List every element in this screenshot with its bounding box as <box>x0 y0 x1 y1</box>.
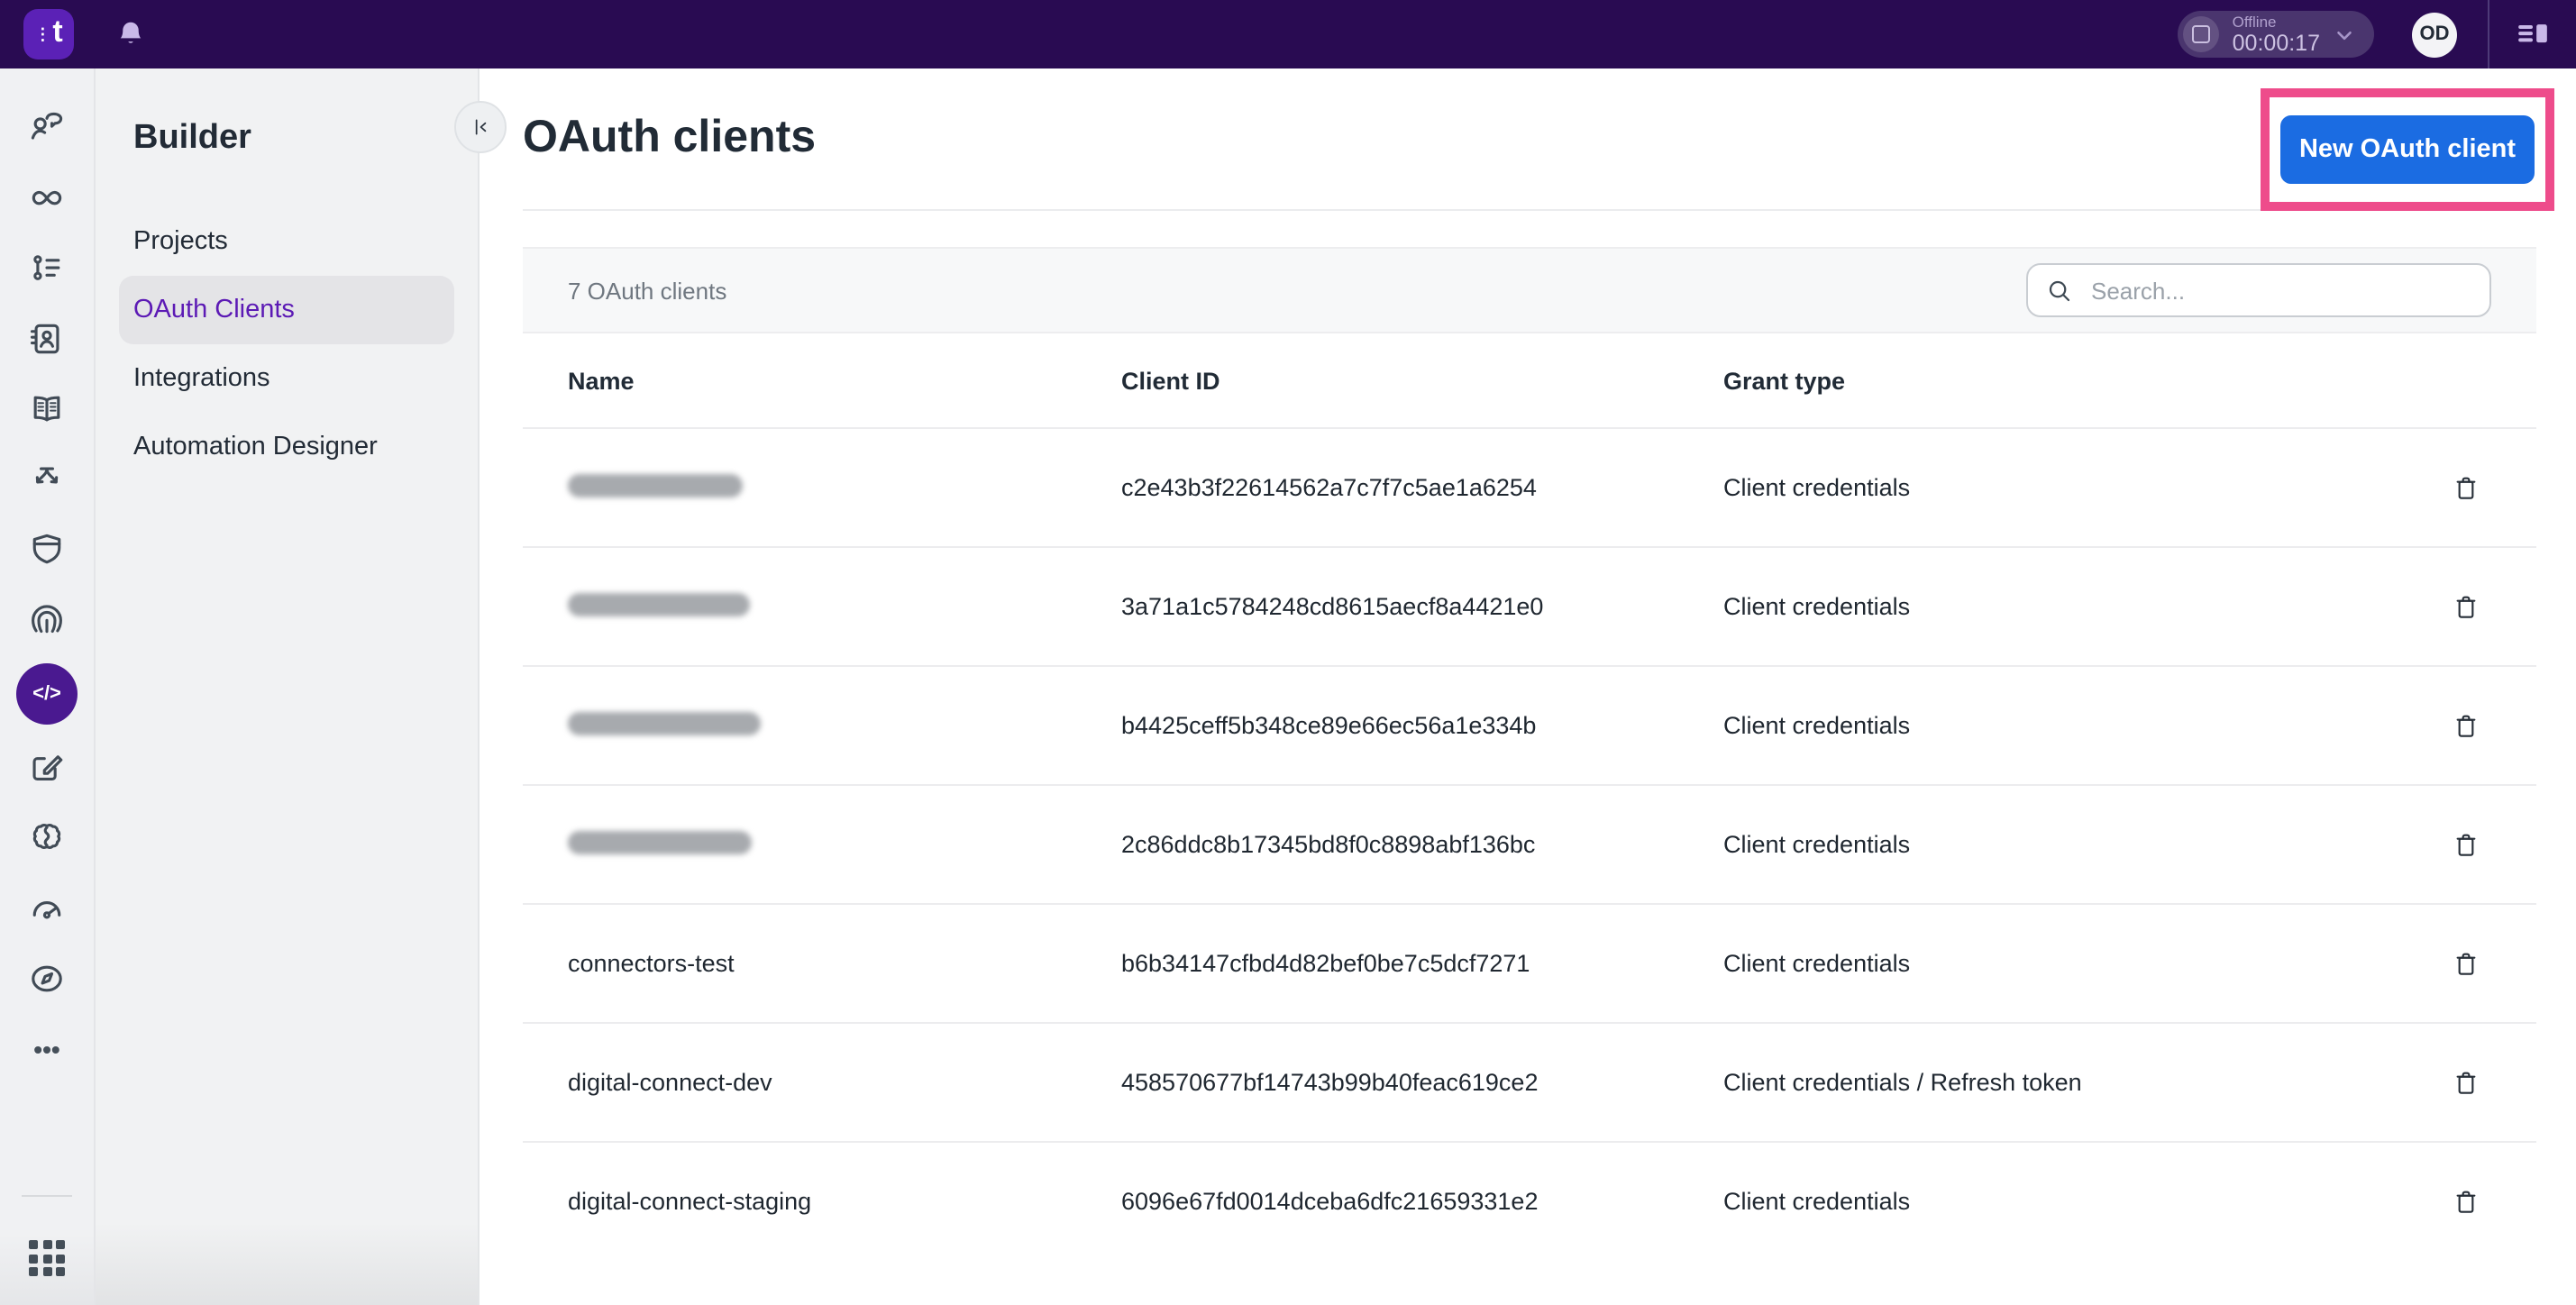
list-tree-icon[interactable] <box>27 249 67 288</box>
delete-button[interactable] <box>2441 1176 2491 1227</box>
logo-letter: t <box>52 14 62 50</box>
redacted-name <box>568 711 761 735</box>
table-row: connectors-test b6b34147cfbd4d82bef0be7c… <box>523 903 2536 1022</box>
delete-button[interactable] <box>2441 700 2491 751</box>
client-id: c2e43b3f22614562a7c7f7c5ae1a6254 <box>1121 474 1723 501</box>
delete-button[interactable] <box>2441 1057 2491 1108</box>
icon-rail: </> ••• <box>0 68 96 1305</box>
client-id: 458570677bf14743b99b40feac619ce2 <box>1121 1069 1723 1096</box>
client-name: digital-connect-staging <box>568 1188 1121 1215</box>
chevron-down-icon <box>2333 23 2356 46</box>
client-id: b4425ceff5b348ce89e66ec56a1e334b <box>1121 712 1723 739</box>
apps-grid-icon[interactable] <box>29 1240 65 1276</box>
title-row: OAuth clients New OAuth client <box>523 68 2536 209</box>
search-input[interactable] <box>2087 275 2471 306</box>
sidebar-item-integrations[interactable]: Integrations <box>119 344 454 413</box>
col-header-grant-type: Grant type <box>1723 367 2419 394</box>
sidebar-menu: Projects OAuth Clients Integrations Auto… <box>96 207 478 481</box>
topbar-right: Offline 00:00:17 OD <box>2179 0 2576 68</box>
sidebar-title: Builder <box>133 119 478 159</box>
table-row: 3a71a1c5784248cd8615aecf8a4421e0 Client … <box>523 546 2536 665</box>
avatar[interactable]: OD <box>2412 12 2457 57</box>
client-id: 2c86ddc8b17345bd8f0c8898abf136bc <box>1121 831 1723 858</box>
title-divider <box>523 209 2536 211</box>
status-pill[interactable]: Offline 00:00:17 <box>2179 11 2374 58</box>
col-header-client-id: Client ID <box>1121 367 1723 394</box>
redacted-name <box>568 830 752 853</box>
table-toolbar: 7 OAuth clients <box>523 247 2536 333</box>
rail-divider <box>22 1195 72 1197</box>
client-id: b6b34147cfbd4d82bef0be7c5dcf7271 <box>1121 950 1723 977</box>
delete-button[interactable] <box>2441 819 2491 870</box>
delete-button[interactable] <box>2441 462 2491 513</box>
grant-type: Client credentials / Refresh token <box>1723 1069 2419 1096</box>
topbar-divider <box>2488 0 2489 68</box>
search-icon <box>2046 277 2073 304</box>
topbar: ⋮t Offline 00:00:17 OD <box>0 0 2576 68</box>
fingerprint-icon[interactable] <box>27 600 67 640</box>
client-name: digital-connect-dev <box>568 1069 1121 1096</box>
sidebar-item-oauth-clients[interactable]: OAuth Clients <box>119 276 454 344</box>
grant-type: Client credentials <box>1723 712 2419 739</box>
more-options-icon[interactable]: ••• <box>27 1029 67 1069</box>
status-label: Offline <box>2233 14 2320 30</box>
compass-icon[interactable] <box>27 959 67 999</box>
user-chat-icon[interactable] <box>27 108 67 148</box>
redacted-name <box>568 473 743 497</box>
col-header-name: Name <box>568 367 1121 394</box>
search-box[interactable] <box>2026 263 2491 317</box>
grant-type: Client credentials <box>1723 593 2419 620</box>
builder-sidebar: Builder Projects OAuth Clients Integrati… <box>96 68 480 1305</box>
table-row: c2e43b3f22614562a7c7f7c5ae1a6254 Client … <box>523 427 2536 546</box>
side-panel-toggle-icon[interactable] <box>2515 16 2551 52</box>
tines-logo[interactable]: ⋮t <box>23 9 74 59</box>
code-icon-active[interactable]: </> <box>16 663 78 725</box>
sidebar-item-projects[interactable]: Projects <box>119 207 454 276</box>
grant-type: Client credentials <box>1723 1188 2419 1215</box>
table-header: Name Client ID Grant type <box>523 333 2536 427</box>
table-row: b4425ceff5b348ce89e66ec56a1e334b Client … <box>523 665 2536 784</box>
split-arrows-icon[interactable] <box>27 460 67 499</box>
sidebar-collapse-button[interactable] <box>454 101 507 153</box>
sidebar-item-automation-designer[interactable]: Automation Designer <box>119 413 454 481</box>
client-id: 3a71a1c5784248cd8615aecf8a4421e0 <box>1121 593 1723 620</box>
stop-icon[interactable] <box>2184 16 2220 52</box>
table-row: 2c86ddc8b17345bd8f0c8898abf136bc Client … <box>523 784 2536 903</box>
client-count: 7 OAuth clients <box>568 277 726 304</box>
new-oauth-client-button[interactable]: New OAuth client <box>2280 115 2535 184</box>
loop-icon[interactable] <box>27 178 67 218</box>
grant-type: Client credentials <box>1723 831 2419 858</box>
delete-button[interactable] <box>2441 938 2491 989</box>
compose-icon[interactable] <box>27 748 67 788</box>
book-icon[interactable] <box>27 389 67 429</box>
rail-bottom <box>0 1195 94 1305</box>
highlight-annotation: New OAuth client <box>2261 88 2554 211</box>
main-content: OAuth clients New OAuth client 7 OAuth c… <box>480 68 2576 1305</box>
client-name: connectors-test <box>568 950 1121 977</box>
brain-icon[interactable] <box>27 818 67 858</box>
delete-button[interactable] <box>2441 581 2491 632</box>
notifications-bell-icon[interactable] <box>114 17 148 51</box>
grant-type: Client credentials <box>1723 950 2419 977</box>
table-row: digital-connect-dev 458570677bf14743b99b… <box>523 1022 2536 1141</box>
shield-icon[interactable] <box>27 530 67 570</box>
client-id: 6096e67fd0014dceba6dfc21659331e2 <box>1121 1188 1723 1215</box>
contacts-icon[interactable] <box>27 319 67 359</box>
logo-dots: ⋮ <box>34 28 50 41</box>
redacted-name <box>568 592 750 616</box>
page-title: OAuth clients <box>523 112 816 164</box>
grant-type: Client credentials <box>1723 474 2419 501</box>
app-screen: ⋮t Offline 00:00:17 OD <box>0 0 2576 1305</box>
gauge-icon[interactable] <box>27 889 67 928</box>
status-timer: 00:00:17 <box>2233 32 2320 54</box>
table-row: digital-connect-staging 6096e67fd0014dce… <box>523 1141 2536 1260</box>
